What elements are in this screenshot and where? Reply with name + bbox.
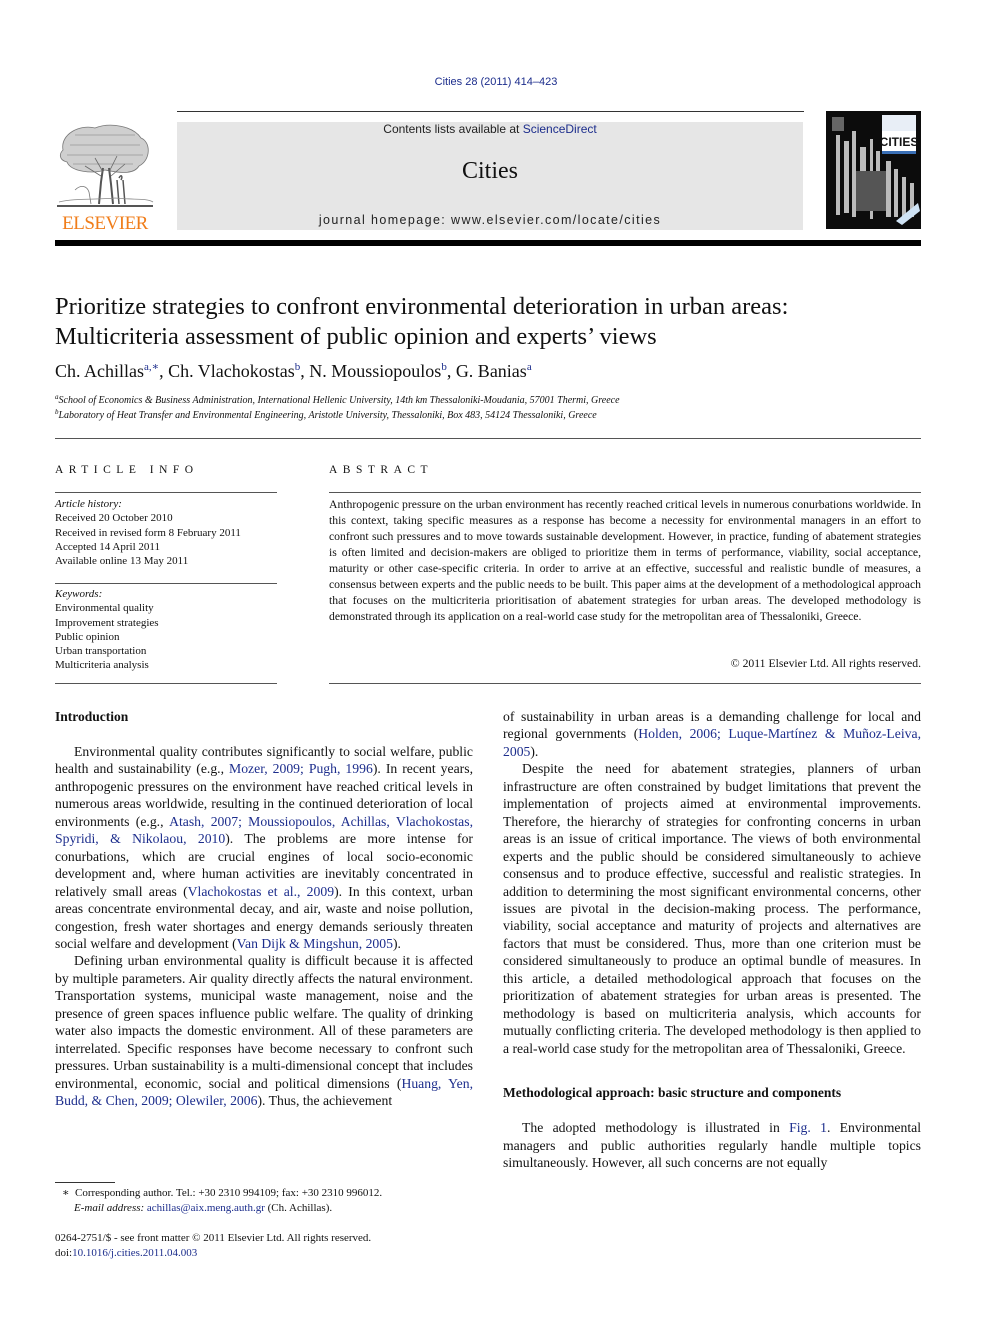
keyword: Urban transportation <box>55 645 147 658</box>
author-name[interactable]: N. Moussiopoulos <box>309 361 441 381</box>
citation-link[interactable]: Fig. 1 <box>789 1120 827 1135</box>
article-history: Article history: Received 20 October 201… <box>55 497 280 568</box>
author-affiliation-mark[interactable]: a <box>527 361 532 373</box>
doi-link[interactable]: 10.1016/j.cities.2011.04.003 <box>72 1247 197 1259</box>
history-item: Received 20 October 2010 <box>55 512 173 525</box>
doi-prefix: doi: <box>55 1246 73 1259</box>
section-heading-methodology: Methodological approach: basic structure… <box>503 1085 842 1101</box>
keyword: Multicriteria analysis <box>55 659 149 672</box>
footnote-text: Corresponding author. Tel.: +30 2310 994… <box>74 1187 383 1199</box>
journal-cover: CITIES <box>826 111 921 229</box>
citation-link[interactable]: Huang, Yen, Budd, & Chen, 2009; Olewiler… <box>55 1076 473 1108</box>
article-title: Prioritize strategies to confront enviro… <box>55 292 935 352</box>
citation-link[interactable]: Van Dijk & Mingshun, 2005 <box>237 936 393 951</box>
elsevier-logo: ELSEVIER <box>55 120 155 235</box>
tree-icon <box>57 124 154 207</box>
footnote-mark: ∗ <box>62 1187 70 1199</box>
paragraph: Despite the need for abatement strategie… <box>503 761 921 1056</box>
elsevier-wordmark: ELSEVIER <box>62 213 148 234</box>
journal-reference-link[interactable]: Cities 28 (2011) 414–423 <box>0 76 992 88</box>
title-line-2: Multicriteria assessment of public opini… <box>55 323 657 350</box>
affiliation-text: Laboratory of Heat Transfer and Environm… <box>58 410 597 421</box>
journal-banner: Contents lists available at ScienceDirec… <box>177 122 803 230</box>
divider <box>55 492 277 493</box>
citation-link[interactable]: Holden, 2006; Luque-Martínez & Muñoz-Lei… <box>503 726 921 758</box>
issn-line: 0264-2751/$ - see front matter © 2011 El… <box>55 1232 372 1244</box>
journal-homepage[interactable]: journal homepage: www.elsevier.com/locat… <box>177 213 803 227</box>
email-suffix: (Ch. Achillas). <box>264 1202 333 1214</box>
affiliation: aSchool of Economics & Business Administ… <box>55 394 620 407</box>
author-list: Ch. Achillasa,∗, Ch. Vlachokostasb, N. M… <box>55 361 532 381</box>
cover-title: CITIES <box>880 135 919 149</box>
journal-name: Cities <box>461 158 518 184</box>
history-item: Accepted 14 April 2011 <box>55 540 160 553</box>
author-affiliation-mark[interactable]: b <box>441 361 447 373</box>
paragraph: The adopted methodology is illustrated i… <box>503 1120 922 1170</box>
article-info-heading: ARTICLE INFO <box>55 464 199 476</box>
issn-block: 0264-2751/$ - see front matter © 2011 El… <box>55 1231 371 1260</box>
body-column-right: of sustainability in urban areas is a de… <box>503 708 921 1171</box>
history-label: Article history: <box>55 498 122 510</box>
divider <box>55 683 277 684</box>
contents-line: Contents lists available at ScienceDirec… <box>177 122 803 136</box>
corresponding-author-footnote: ∗ Corresponding author. Tel.: +30 2310 9… <box>62 1186 382 1216</box>
divider <box>55 438 921 439</box>
author-name[interactable]: G. Banias <box>456 361 527 381</box>
keyword: Environmental quality <box>55 602 154 615</box>
paragraph: Environmental quality contributes signif… <box>55 744 473 951</box>
history-item: Available online 13 May 2011 <box>55 555 189 568</box>
city-skyline-icon: CITIES <box>826 111 921 229</box>
title-line-1: Prioritize strategies to confront enviro… <box>55 293 789 320</box>
header-rule <box>177 111 804 112</box>
citation-link[interactable]: Atash, 2007; Moussiopoulos, Achillas, Vl… <box>55 814 473 846</box>
affiliation-text: School of Economics & Business Administr… <box>58 395 620 406</box>
header-thick-rule <box>55 240 921 246</box>
footnote-rule <box>55 1182 115 1183</box>
author-name[interactable]: Ch. Vlachokostas <box>168 361 295 381</box>
keyword: Improvement strategies <box>55 616 159 629</box>
abstract-heading: ABSTRACT <box>329 464 434 476</box>
keywords-label: Keywords: <box>55 588 103 600</box>
email-link[interactable]: achillas@aix.meng.auth.gr <box>147 1202 265 1214</box>
author-affiliation-mark[interactable]: b <box>295 361 301 373</box>
contents-prefix: Contents lists available at <box>383 122 523 136</box>
divider <box>55 583 277 584</box>
author-name[interactable]: Ch. Achillas <box>55 361 144 381</box>
abstract-copyright: © 2011 Elsevier Ltd. All rights reserved… <box>730 657 921 670</box>
history-item: Received in revised form 8 February 2011 <box>55 526 241 539</box>
divider <box>329 492 921 493</box>
paragraph: Defining urban environmental quality is … <box>55 953 474 1109</box>
paragraph: of sustainability in urban areas is a de… <box>503 709 921 759</box>
sciencedirect-link[interactable]: ScienceDirect <box>523 122 597 136</box>
section-heading-introduction: Introduction <box>55 709 129 724</box>
abstract-text: Anthropogenic pressure on the urban envi… <box>329 498 921 623</box>
citation-link[interactable]: Vlachokostas et al., 2009 <box>188 884 334 899</box>
affiliation: bLaboratory of Heat Transfer and Environ… <box>55 409 597 422</box>
citation-link[interactable]: Mozer, 2009; Pugh, 1996 <box>229 761 373 776</box>
email-label: E-mail address: <box>74 1202 145 1214</box>
author-affiliation-mark[interactable]: a,∗ <box>144 361 159 373</box>
divider <box>329 683 921 684</box>
keyword: Public opinion <box>55 630 120 643</box>
keywords: Keywords: Environmental quality Improvem… <box>55 587 280 673</box>
body-column-left: Introduction Environmental quality contr… <box>55 708 473 1110</box>
